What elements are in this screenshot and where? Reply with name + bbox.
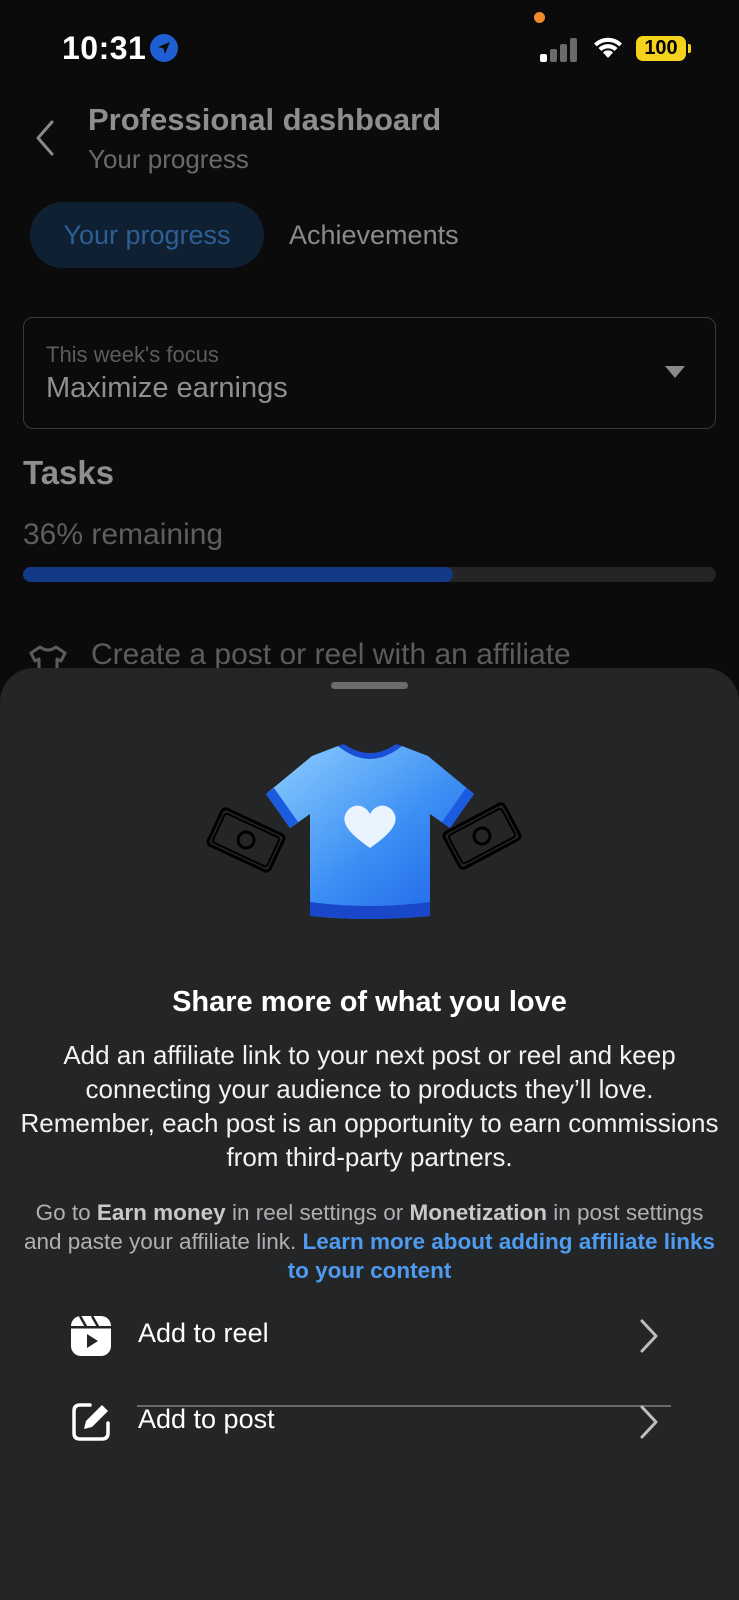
note-prefix: Go to [35, 1200, 97, 1225]
dashboard-page: Professional dashboard Your progress You… [0, 96, 739, 676]
sheet-description: Add an affiliate link to your next post … [20, 1040, 719, 1172]
chevron-right-icon [640, 1405, 658, 1439]
cellular-signal-icon [540, 36, 580, 62]
focus-dropdown[interactable]: This week's focus Maximize earnings [23, 317, 716, 429]
money-bill-left-icon [206, 807, 286, 873]
bottom-sheet: Share more of what you love Add an affil… [0, 668, 739, 1600]
tasks-progress-bar [23, 567, 716, 582]
back-chevron-icon[interactable] [30, 116, 64, 160]
task-label: Create a post or reel with an affiliate [91, 638, 571, 671]
tasks-remaining: 36% remaining [23, 518, 224, 551]
add-to-post-label: Add to post [138, 1404, 275, 1434]
location-arrow-icon [150, 34, 178, 62]
note-monetization: Monetization [409, 1200, 548, 1225]
tasks-heading: Tasks [23, 454, 115, 491]
add-to-reel-button[interactable]: Add to reel [64, 1296, 676, 1376]
wifi-icon [594, 37, 622, 58]
edit-post-icon [72, 1403, 110, 1441]
reel-icon [71, 1315, 111, 1356]
battery-indicator: 100 [636, 36, 691, 61]
focus-value: Maximize earnings [46, 372, 288, 404]
chevron-right-icon [640, 1319, 658, 1353]
sheet-drag-handle[interactable] [331, 682, 408, 689]
tab-your-progress[interactable]: Your progress [30, 202, 264, 268]
sheet-title: Share more of what you love [172, 986, 567, 1018]
add-to-reel-label: Add to reel [138, 1318, 269, 1348]
progress-fill [23, 567, 453, 582]
tab-achievements[interactable]: Achievements [289, 202, 459, 268]
focus-label: This week's focus [46, 342, 219, 367]
status-bar: 10:31 100 [0, 0, 739, 96]
page-subtitle: Your progress [88, 144, 249, 174]
sheet-help-note: Go to Earn money in reel settings or Mon… [20, 1198, 719, 1285]
privacy-indicator-dot [534, 12, 545, 23]
add-to-post-button[interactable]: Add to post [64, 1382, 676, 1462]
learn-more-link[interactable]: Learn more about adding affiliate links … [288, 1229, 715, 1283]
status-time: 10:31 [62, 30, 147, 66]
note-earn-money: Earn money [96, 1200, 226, 1225]
dropdown-caret-icon [665, 366, 685, 378]
page-title: Professional dashboard [88, 102, 442, 137]
note-mid: in reel settings or [225, 1200, 410, 1225]
shirt-money-illustration [206, 744, 522, 919]
